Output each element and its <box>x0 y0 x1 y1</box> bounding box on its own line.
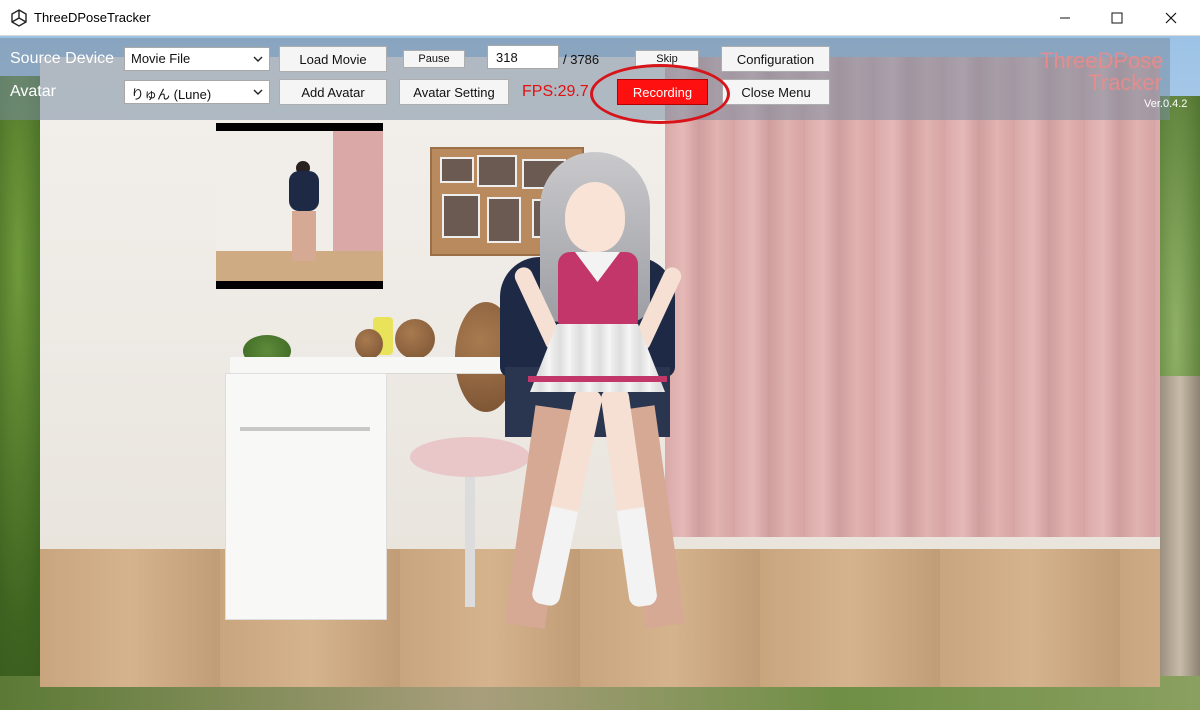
brand-logo: ThreeDPose Tracker <box>1040 48 1164 95</box>
close-button[interactable] <box>1146 0 1196 36</box>
video-viewport <box>40 57 1160 687</box>
avatar-setting-button[interactable]: Avatar Setting <box>399 79 509 105</box>
configuration-button[interactable]: Configuration <box>721 46 830 72</box>
avatar-leg-right <box>599 386 659 608</box>
close-menu-button[interactable]: Close Menu <box>722 79 830 105</box>
corkboard-photo <box>487 197 521 243</box>
room-desk-drawer <box>240 427 370 431</box>
recording-highlight-annotation <box>590 64 730 124</box>
add-avatar-button[interactable]: Add Avatar <box>279 79 387 105</box>
unity-logo-icon <box>11 9 27 27</box>
preview-person <box>284 161 324 261</box>
3d-avatar <box>511 152 710 687</box>
maximize-icon <box>1111 12 1123 24</box>
background-castle-tower <box>1160 376 1200 696</box>
minimize-button[interactable] <box>1040 0 1090 36</box>
chevron-down-icon <box>253 56 263 62</box>
avatar-select-value: りゅん (Lune) <box>131 87 212 102</box>
corkboard-photo <box>442 194 480 238</box>
avatar-skirt-band <box>528 376 667 382</box>
preview-person-body <box>289 171 319 211</box>
room-curtain <box>665 57 1160 577</box>
brand-line1: ThreeDPose <box>1040 48 1164 73</box>
close-icon <box>1165 12 1177 24</box>
room-teddy-medium <box>395 319 435 359</box>
pause-button[interactable]: Pause <box>403 50 465 68</box>
window-titlebar: ThreeDPoseTracker <box>0 0 1200 36</box>
avatar-face <box>565 182 625 252</box>
frame-number-input[interactable] <box>487 45 559 69</box>
avatar-leg-left <box>530 386 604 608</box>
maximize-button[interactable] <box>1092 0 1142 36</box>
avatar-label: Avatar <box>10 83 56 100</box>
movie-preview-thumbnail <box>216 123 383 289</box>
room-chair-leg <box>465 477 475 607</box>
preview-person-legs <box>292 211 316 261</box>
minimize-icon <box>1060 17 1070 19</box>
corkboard-photo <box>477 155 517 187</box>
load-movie-button[interactable]: Load Movie <box>279 46 387 72</box>
window-title: ThreeDPoseTracker <box>34 10 151 25</box>
frame-total-count: / 3786 <box>563 52 600 67</box>
corkboard-photo <box>440 157 474 183</box>
preview-frame <box>216 131 383 281</box>
source-device-select[interactable]: Movie File <box>124 47 270 71</box>
brand-line2: Tracker <box>1088 70 1162 95</box>
source-device-value: Movie File <box>131 51 191 66</box>
room-teddy-small <box>355 329 383 359</box>
avatar-select[interactable]: りゅん (Lune) <box>124 80 270 104</box>
source-device-label: Source Device <box>10 50 115 67</box>
room-desk-side <box>225 373 387 620</box>
version-label: Ver.0.4.2 <box>1144 98 1188 110</box>
chevron-down-icon <box>253 89 263 95</box>
fps-readout: FPS:29.7 <box>522 83 589 100</box>
